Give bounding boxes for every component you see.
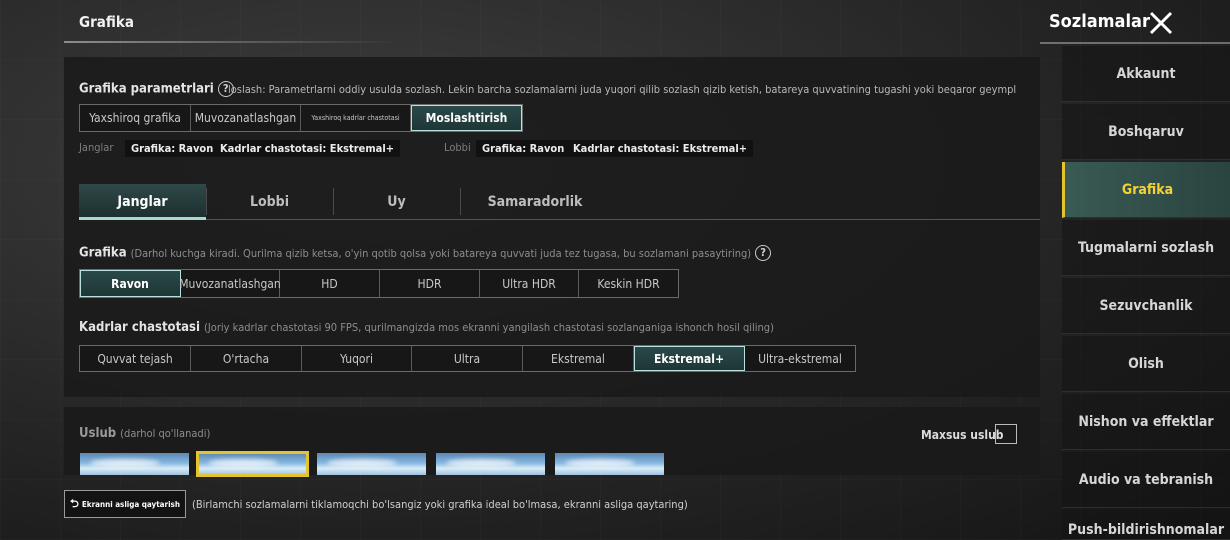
settings-tabs: Janglar Lobbi Uy Samaradorlik [79,184,1040,220]
preset-better-fps[interactable]: Yaxshiroq kadrlar chastotasi [301,105,411,131]
graphics-presets-description: loslash: Parametrlarni oddiy usulda sozl… [228,83,1017,96]
fps-option-high[interactable]: Yuqori [302,346,412,371]
fps-option-power-saving[interactable]: Quvvat tejash [80,346,191,371]
sidebar-item-notifications[interactable]: Push-bildirishnomalar [1062,510,1230,540]
graphics-option-extreme-hdr[interactable]: Keskin HDR [579,270,678,297]
title-underline [64,41,400,43]
fps-option-ultra[interactable]: Ultra [412,346,523,371]
settings-title: Sozlamalar [1049,11,1150,32]
tab-home[interactable]: Uy [333,184,460,219]
graphics-option-hdr[interactable]: HDR [380,270,480,297]
active-tab-indicator [79,217,206,220]
lobby-tags-label: Lobbi [444,141,471,154]
fps-option-extreme[interactable]: Ekstremal [523,346,634,371]
graphics-option-balanced[interactable]: Muvozanatlashgan [179,270,281,297]
graphics-presets-selector: Yaxshiroq grafika Muvozanatlashgan Yaxsh… [79,104,523,132]
lobby-fps-tag: Kadrlar chastotasi: Ekstremal+ [567,140,754,157]
close-icon[interactable] [1146,8,1176,38]
reset-button-label: Ekranni asliga qaytarish [81,499,180,509]
graphics-quality-label: Grafika (Darhol kuchga kiradi. Qurilma qi… [79,245,772,261]
settings-sidebar: Akkaunt Boshqaruv Grafika Tugmalarni soz… [1062,46,1230,540]
style-thumbnail[interactable] [436,453,545,475]
sidebar-item-sensitivity[interactable]: Sezuvchanlik [1062,278,1230,334]
custom-style-checkbox[interactable] [995,424,1017,444]
help-icon[interactable]: ? [755,245,772,261]
graphics-presets-label: Grafika parametrlari? [79,81,234,97]
tab-lobby[interactable]: Lobbi [206,184,333,219]
sidebar-item-graphics[interactable]: Grafika [1062,162,1230,218]
reset-note: (Birlamchi sozlamalarni tiklamoqchi bo'l… [192,498,688,511]
frame-rate-selector: Quvvat tejash O'rtacha Yuqori Ultra Ekst… [79,345,856,372]
sidebar-item-controls[interactable]: Boshqaruv [1062,104,1230,160]
graphics-option-hd[interactable]: HD [280,270,380,297]
sidebar-item-audio[interactable]: Audio va tebranish [1062,452,1230,508]
sidebar-item-effects[interactable]: Nishon va effektlar [1062,394,1230,450]
graphics-quality-selector: Ravon Muvozanatlashgan HD HDR Ultra HDR … [79,269,679,298]
style-thumbnail[interactable] [317,453,426,475]
preset-better-graphics[interactable]: Yaxshiroq grafika [80,105,191,131]
tab-battles[interactable]: Janglar [79,184,206,219]
sidebar-item-pickup[interactable]: Olish [1062,336,1230,392]
battle-tags-label: Janglar [79,141,114,154]
battle-fps-tag: Kadrlar chastotasi: Ekstremal+ [214,140,401,157]
header-divider [1040,42,1230,44]
lobby-graphics-tag: Grafika: Ravon [476,140,571,157]
preset-custom[interactable]: Moslashtirish [411,105,522,131]
tab-performance[interactable]: Samaradorlik [460,184,610,219]
style-thumbnail-selected[interactable] [196,451,309,477]
fps-option-medium[interactable]: O'rtacha [191,346,302,371]
reset-screen-button[interactable]: ⮌ Ekranni asliga qaytarish [64,490,186,518]
style-thumbnail[interactable] [80,453,189,475]
frame-rate-label: Kadrlar chastotasi (Joriy kadrlar chastot… [79,320,774,335]
graphics-option-ultra-hdr[interactable]: Ultra HDR [480,270,579,297]
tabs-divider [79,219,1040,220]
reset-icon: ⮌ [70,496,79,510]
fps-option-ultra-extreme[interactable]: Ultra-ekstremal [745,346,855,371]
preset-balanced[interactable]: Muvozanatlashgan [191,105,301,131]
style-label: Uslub (darhol qo'llanadi) [79,426,211,441]
graphics-option-smooth[interactable]: Ravon [80,270,181,297]
style-thumbnail[interactable] [555,453,664,475]
battle-graphics-tag: Grafika: Ravon [125,140,220,157]
sidebar-item-account[interactable]: Akkaunt [1062,46,1230,102]
sidebar-item-button-layout[interactable]: Tugmalarni sozlash [1062,220,1230,276]
fps-option-extreme-plus[interactable]: Ekstremal+ [634,346,745,371]
custom-style-label: Maxsus uslub [921,428,1004,442]
page-title: Grafika [79,13,134,31]
